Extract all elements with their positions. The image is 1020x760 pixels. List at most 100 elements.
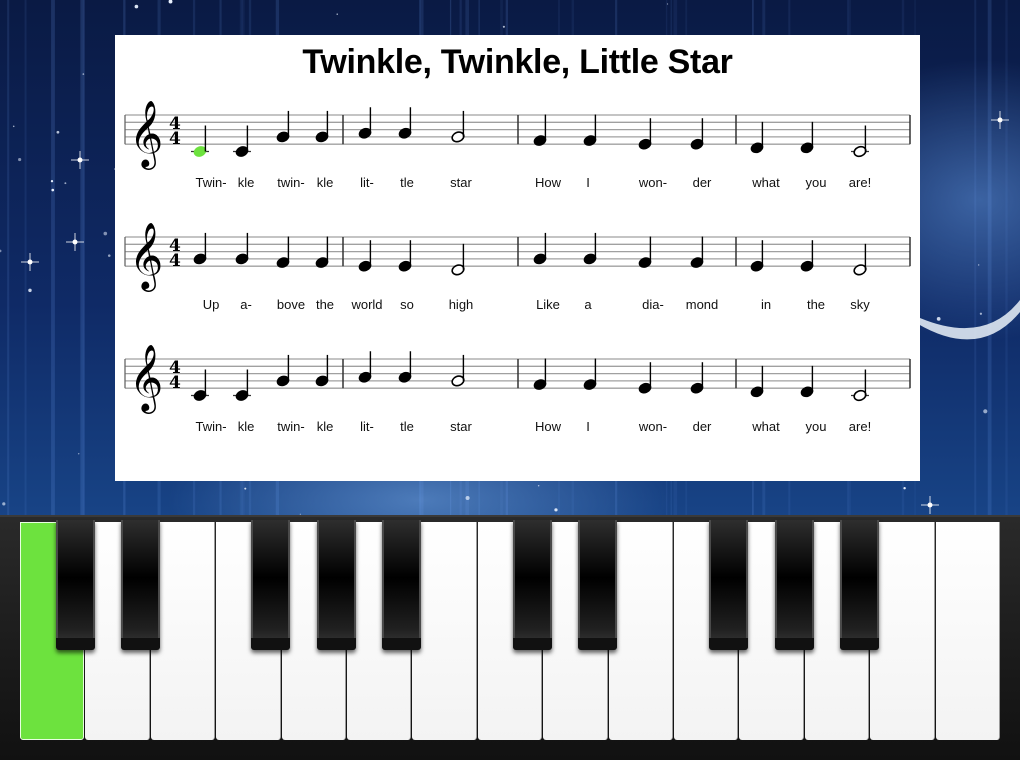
note[interactable] bbox=[533, 358, 548, 392]
note[interactable] bbox=[235, 232, 250, 266]
star-icon bbox=[82, 73, 85, 75]
piano-key-Gsharp5[interactable] bbox=[775, 520, 814, 650]
star-icon bbox=[27, 259, 33, 265]
note[interactable] bbox=[750, 365, 765, 399]
note[interactable] bbox=[451, 243, 466, 277]
note[interactable] bbox=[233, 125, 251, 159]
star-icon bbox=[936, 317, 941, 321]
lyric: bove bbox=[277, 297, 305, 312]
lyric: lit- bbox=[360, 419, 374, 434]
lyric: star bbox=[450, 419, 472, 434]
piano-key-Gsharp4[interactable] bbox=[317, 520, 356, 650]
note[interactable] bbox=[750, 240, 765, 273]
piano-key-B5[interactable] bbox=[870, 522, 935, 740]
light-streak bbox=[51, 0, 55, 520]
note[interactable] bbox=[315, 354, 330, 388]
note[interactable] bbox=[358, 107, 373, 140]
note[interactable] bbox=[398, 240, 413, 273]
star-icon bbox=[12, 125, 15, 128]
piano-key-Fsharp4[interactable] bbox=[251, 520, 290, 650]
note[interactable] bbox=[533, 114, 548, 148]
piano-key-Asharp4[interactable] bbox=[382, 520, 421, 650]
score: 𝄞 4 4 Twin-kle twin-kle lit-tle star How Iwon-de… bbox=[124, 99, 911, 434]
light-streak bbox=[7, 0, 10, 520]
note[interactable] bbox=[583, 358, 598, 392]
note[interactable] bbox=[638, 236, 653, 270]
note[interactable] bbox=[398, 107, 413, 140]
light-streak bbox=[987, 0, 992, 520]
note[interactable] bbox=[315, 110, 330, 144]
star-icon bbox=[72, 239, 78, 245]
lyric: der bbox=[693, 175, 712, 190]
note[interactable] bbox=[800, 121, 815, 155]
time-signature-bottom: 4 bbox=[169, 129, 181, 149]
note[interactable] bbox=[193, 232, 208, 266]
star-icon bbox=[997, 117, 1003, 123]
note[interactable] bbox=[638, 362, 653, 395]
lyric: the bbox=[316, 297, 334, 312]
note[interactable] bbox=[800, 365, 815, 399]
star-icon bbox=[244, 487, 247, 490]
note[interactable] bbox=[398, 351, 413, 384]
sheet-music: Twinkle, Twinkle, Little Star 𝄞 4 4 Twin-kl… bbox=[115, 35, 920, 481]
note[interactable] bbox=[851, 369, 869, 403]
piano-key-E5[interactable] bbox=[608, 522, 673, 740]
lyric: twin- bbox=[277, 419, 304, 434]
note[interactable] bbox=[276, 110, 291, 144]
piano-key-Dsharp5[interactable] bbox=[578, 520, 617, 650]
note[interactable] bbox=[191, 125, 209, 159]
note[interactable] bbox=[583, 114, 598, 148]
star-icon bbox=[0, 249, 2, 253]
lyric: der bbox=[693, 419, 712, 434]
note[interactable] bbox=[638, 118, 653, 151]
note[interactable] bbox=[315, 236, 330, 270]
star-icon bbox=[103, 231, 108, 236]
note[interactable] bbox=[690, 118, 705, 151]
piano-key-Csharp5[interactable] bbox=[513, 520, 552, 650]
piano-key-E4[interactable] bbox=[150, 522, 216, 740]
light-streak bbox=[974, 0, 977, 520]
star-icon bbox=[107, 254, 111, 257]
note[interactable] bbox=[276, 354, 291, 388]
note[interactable] bbox=[690, 362, 705, 395]
piano-key-Dsharp4[interactable] bbox=[121, 520, 160, 650]
note[interactable] bbox=[690, 236, 705, 270]
lyric: what bbox=[751, 175, 780, 190]
note[interactable] bbox=[191, 369, 209, 403]
lyric: How bbox=[535, 175, 562, 190]
piano-key-Fsharp5[interactable] bbox=[709, 520, 748, 650]
note[interactable] bbox=[800, 240, 815, 273]
piano-key-Csharp4[interactable] bbox=[56, 520, 95, 650]
note[interactable] bbox=[851, 125, 869, 159]
treble-clef-icon: 𝄞 bbox=[129, 221, 163, 292]
note[interactable] bbox=[233, 369, 251, 403]
piano-key-C6[interactable] bbox=[935, 522, 1000, 740]
lyric: star bbox=[450, 175, 472, 190]
treble-clef-icon: 𝄞 bbox=[129, 343, 163, 414]
lyric: Like bbox=[536, 297, 560, 312]
note[interactable] bbox=[358, 351, 373, 384]
note[interactable] bbox=[358, 240, 373, 273]
lyric: a- bbox=[240, 297, 252, 312]
piano-key-Asharp5[interactable] bbox=[840, 520, 879, 650]
note[interactable] bbox=[853, 243, 868, 277]
lyric: kle bbox=[317, 175, 334, 190]
lyric: in bbox=[761, 297, 771, 312]
star-icon bbox=[465, 496, 470, 501]
note[interactable] bbox=[451, 354, 466, 388]
star-icon bbox=[51, 188, 55, 192]
lyric: Twin- bbox=[195, 175, 226, 190]
note[interactable] bbox=[451, 110, 466, 144]
time-signature-bottom: 4 bbox=[169, 373, 181, 393]
note[interactable] bbox=[750, 121, 765, 155]
lyric: tle bbox=[400, 175, 414, 190]
note[interactable] bbox=[533, 232, 548, 266]
lyric: sky bbox=[850, 297, 870, 312]
lyric: lit- bbox=[360, 175, 374, 190]
lyric: I bbox=[586, 175, 590, 190]
note[interactable] bbox=[276, 236, 291, 270]
star-icon bbox=[978, 264, 980, 266]
star-icon bbox=[18, 157, 22, 162]
piano-key-B4[interactable] bbox=[412, 522, 477, 740]
note[interactable] bbox=[583, 232, 598, 266]
